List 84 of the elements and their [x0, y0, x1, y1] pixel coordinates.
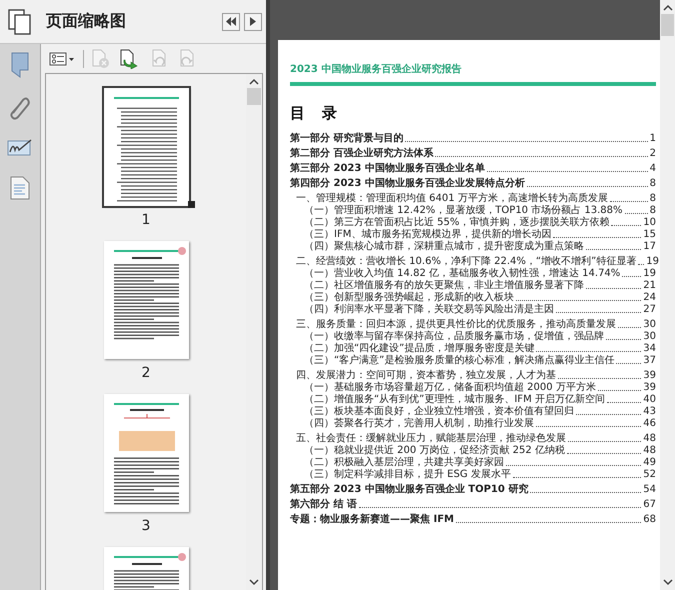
- toc-page-number: 8: [650, 205, 656, 216]
- toc-entry[interactable]: （一）基础服务市场容量超万亿，储备面积均值超 2000 万平方米: [304, 382, 596, 393]
- toc-entry[interactable]: （二）第三方在管面积占比近 55%，审慎并购，逐步摆脱关联方依赖: [304, 217, 610, 228]
- toc-entry[interactable]: （二）增值服务“从有到优”更理性，城市服务、IFM 开启万亿新空间: [304, 394, 605, 405]
- toc-page-number: 10: [643, 217, 656, 228]
- page-number: 2: [142, 365, 150, 381]
- toc-entry[interactable]: 第六部分 结 语: [290, 499, 357, 510]
- toc-page-number: 27: [643, 304, 656, 315]
- toc-page-number: 30: [643, 331, 656, 342]
- toc-entry[interactable]: （三）“客户满意”是检验服务质量的核心标准，解决痛点赢得业主信任: [304, 355, 614, 366]
- toc-page-number: 48: [643, 433, 656, 444]
- right-icon: [250, 17, 256, 26]
- toc-page-number: 1: [650, 133, 656, 144]
- toc-entry[interactable]: 一、管理规模：管理面积均值 6401 万平方米，高速增长转为高质发展: [296, 193, 608, 204]
- toc-entry[interactable]: （一）营业收入均值 14.82 亿，基础服务收入韧性强，增速达 14.74%: [304, 268, 620, 279]
- toc-entry[interactable]: 第五部分 2023 中国物业服务百强企业 TOP10 研究: [290, 484, 528, 495]
- scroll-down-icon[interactable]: [249, 579, 259, 586]
- toc-entry[interactable]: （四）荟聚各行英才，完善用人机制，助推行业发展: [304, 418, 534, 429]
- toc-page-number: 49: [643, 457, 656, 468]
- scrollbar-thumb[interactable]: [247, 88, 261, 105]
- toc-page-number: 4: [650, 163, 656, 174]
- toc-page-number: 40: [643, 394, 656, 405]
- toc-entry[interactable]: 五、社会责任：缓解就业压力，赋能基层治理，推动绿色发展: [296, 433, 566, 444]
- toc-page-number: 15: [643, 229, 656, 240]
- toc-page-number: 48: [643, 445, 656, 456]
- toc-entry[interactable]: 第二部分 百强企业研究方法体系: [290, 148, 434, 159]
- scroll-down-icon[interactable]: [662, 579, 672, 586]
- toc-page-number: 17: [643, 241, 656, 252]
- signature-icon[interactable]: [7, 138, 33, 158]
- toc-entry[interactable]: 第四部分 2023 中国物业服务百强企业发展特点分析: [290, 178, 525, 189]
- toc-entry[interactable]: （一）收缴率与留存率保持高位，品质服务赢市场，促增值，强品牌: [304, 331, 604, 342]
- toc-entry[interactable]: 第三部分 2023 中国物业服务百强企业名单: [290, 163, 485, 174]
- toc-page-number: 68: [643, 514, 656, 525]
- double-left-icon: [225, 17, 237, 26]
- toc-entry[interactable]: （三）制定科学减排目标，提升 ESG 发展水平: [304, 469, 511, 480]
- toc-entry[interactable]: （二）积极融入基层治理，共建共享美好家园: [304, 457, 504, 468]
- toc-entry[interactable]: 第一部分 研究背景与目的: [290, 133, 404, 144]
- page-thumbnail[interactable]: [104, 88, 188, 206]
- panel-title: 页面缩略图: [46, 11, 127, 32]
- toc-page-number: 2: [650, 148, 656, 159]
- toc-entry[interactable]: （四）聚焦核心城市群，深耕重点城市，提升密度成为重点策略: [304, 241, 584, 252]
- toc-page-number: 34: [643, 343, 656, 354]
- previous-button[interactable]: [222, 12, 240, 30]
- toc-entry[interactable]: （二）加强“四化建设”提品质，增厚服务密度是关键: [304, 343, 534, 354]
- toc-entry[interactable]: （三）IFM、城市服务拓宽规模边界，提供新的增长动因: [304, 229, 552, 240]
- toc-page-number: 43: [643, 406, 656, 417]
- toc-heading: 目 录: [290, 104, 344, 123]
- pages-icon[interactable]: [8, 8, 32, 34]
- toc-page-number: 67: [643, 499, 656, 510]
- toc-page-number: 19: [643, 268, 656, 279]
- scroll-up-icon[interactable]: [662, 4, 672, 11]
- toc-page-number: 19: [646, 256, 659, 267]
- toc-page-number: 52: [643, 469, 656, 480]
- toc-entry[interactable]: 二、经营绩效：营收增长 10.6%，净利下降 22.4%，“增收不增利”特征显著: [296, 256, 636, 267]
- toc-page-number: 39: [643, 370, 656, 381]
- scrollbar-thumb[interactable]: [661, 14, 674, 36]
- toc-page-number: 46: [643, 418, 656, 429]
- toc-entry[interactable]: 四、发展潜力：空间可期，资本蓄势，独立发展，人才为基: [296, 370, 556, 381]
- toc-entry[interactable]: （一）管理面积增速 12.42%，显著放缓，TOP10 市场份额占 13.88%: [304, 205, 623, 216]
- paperclip-icon[interactable]: [9, 96, 31, 120]
- toc-entry[interactable]: （三）板块基本面良好，企业独立性增强，资本价值有望回归: [304, 406, 574, 417]
- toc-page-number: 8: [650, 178, 656, 189]
- page-thumbnail[interactable]: [104, 394, 188, 512]
- page-number: 3: [142, 518, 150, 534]
- toc-entry[interactable]: （一）稳就业提供近 200 万岗位，促经济贡献 252 亿纳税: [304, 445, 565, 456]
- page-number: 1: [142, 212, 150, 228]
- toc-page-number: 54: [643, 484, 656, 495]
- toc-page-number: 24: [643, 292, 656, 303]
- toc-entry[interactable]: 专题：物业服务新赛道——聚焦 IFM: [290, 514, 454, 525]
- toc-page-number: 37: [643, 355, 656, 366]
- next-button[interactable]: [244, 12, 262, 30]
- toc-entry[interactable]: （四）利润率水平显著下降，关联交易等风险出清是主因: [304, 304, 554, 315]
- bookmark-icon[interactable]: [11, 52, 29, 78]
- scroll-up-icon[interactable]: [249, 78, 259, 85]
- toc-page-number: 21: [643, 280, 656, 291]
- toc-page-number: 8: [650, 193, 656, 204]
- toc-entry[interactable]: （二）社区增值服务有的放矢更聚焦，非业主增值服务显著下降: [304, 280, 584, 291]
- toc-entry[interactable]: （三）创新型服务强势崛起，形成新的收入板块: [304, 292, 514, 303]
- page-thumbnail[interactable]: [104, 241, 188, 359]
- document-icon[interactable]: [10, 176, 30, 200]
- running-header: 2023 中国物业服务百强企业研究报告: [290, 62, 462, 76]
- toc-page-number: 30: [643, 319, 656, 330]
- toc-entry[interactable]: 三、服务质量：回归本源，提供更具性价比的优质服务，推动高质量发展: [296, 319, 616, 330]
- toc-page-number: 39: [643, 382, 656, 393]
